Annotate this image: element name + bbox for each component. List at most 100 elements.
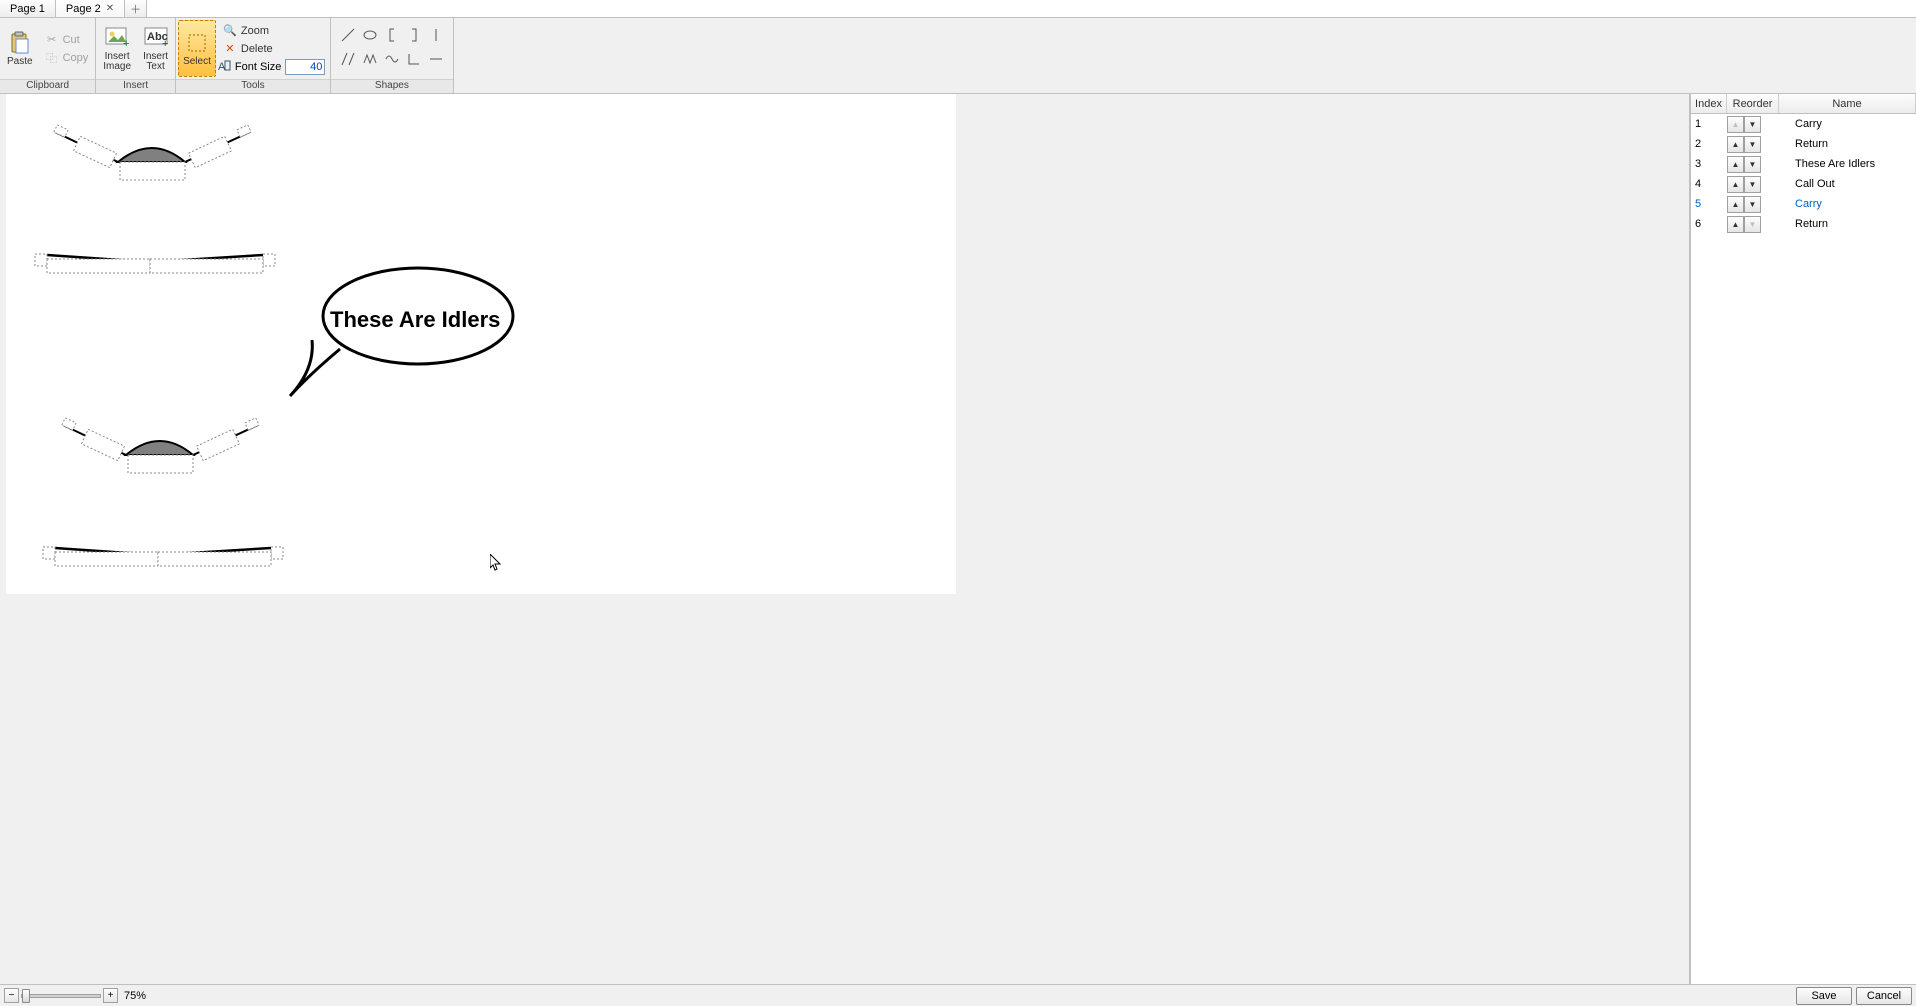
shape-vline[interactable] [427,24,445,46]
row-name: Return [1779,218,1916,230]
move-up-button[interactable]: ▲ [1727,136,1744,153]
table-row[interactable]: 2▲▼Return [1691,134,1916,154]
move-up-button[interactable]: ▲ [1727,116,1744,133]
row-reorder: ▲▼ [1727,136,1779,153]
add-tab-button[interactable]: ＋ [125,0,147,17]
row-name: Call Out [1779,178,1916,190]
row-name: Carry [1779,118,1916,130]
select-button[interactable]: Select [178,20,216,77]
tab-label: Page 1 [10,3,45,15]
insert-image-button[interactable]: + Insert Image [98,20,136,77]
row-index: 1 [1691,118,1727,130]
shape-bracket-right[interactable] [405,24,423,46]
delete-button[interactable]: ✕ Delete [218,40,328,58]
ribbon-group-shapes: Shapes [331,18,454,93]
cancel-button[interactable]: Cancel [1856,987,1912,1005]
fontsize-input[interactable] [285,59,325,75]
canvas-area[interactable]: These Are Idlers [0,94,1690,984]
save-button[interactable]: Save [1796,987,1852,1005]
tab-page-2[interactable]: Page 2 ✕ [56,0,125,17]
move-down-button[interactable]: ▼ [1744,216,1761,233]
ribbon-group-tools: Select 🔍 Zoom ✕ Delete A Font Size [176,18,331,93]
shape-return-2[interactable] [43,547,283,566]
row-index: 3 [1691,158,1727,170]
image-icon: + [105,26,129,50]
shape-return-1[interactable] [35,254,275,273]
table-row[interactable]: 4▲▼Call Out [1691,174,1916,194]
zoom-button[interactable]: 🔍 Zoom [218,22,328,40]
shape-bracket-left[interactable] [383,24,401,46]
canvas-drawings [0,94,960,694]
group-label-insert: Insert [96,79,175,93]
shapes-panel: Index Reorder Name 1▲▼Carry2▲▼Return3▲▼T… [1690,94,1916,984]
move-down-button[interactable]: ▼ [1744,136,1761,153]
shape-line[interactable] [339,24,357,46]
plus-icon: ＋ [130,1,141,17]
shape-zigzag[interactable] [361,48,379,70]
col-header-name[interactable]: Name [1779,94,1916,113]
copy-button[interactable]: ⿻ Copy [40,49,94,67]
panel-header: Index Reorder Name [1691,94,1916,114]
shape-wave[interactable] [383,48,401,70]
zoom-in-button[interactable]: + [103,988,118,1003]
move-up-button[interactable]: ▲ [1727,176,1744,193]
move-up-button[interactable]: ▲ [1727,216,1744,233]
table-row[interactable]: 1▲▼Carry [1691,114,1916,134]
row-name: These Are Idlers [1779,158,1916,170]
group-label-clipboard: Clipboard [0,79,95,93]
row-index: 4 [1691,178,1727,190]
ribbon-group-clipboard: Paste ✂ Cut ⿻ Copy Clipboard [0,18,96,93]
insert-text-label: Insert Text [143,52,168,72]
select-label: Select [183,57,211,67]
table-row[interactable]: 6▲▼Return [1691,214,1916,234]
tab-label: Page 2 [66,3,101,15]
move-down-button[interactable]: ▼ [1744,156,1761,173]
move-up-button[interactable]: ▲ [1727,156,1744,173]
row-reorder: ▲▼ [1727,196,1779,213]
group-label-shapes: Shapes [331,79,453,93]
row-reorder: ▲▼ [1727,116,1779,133]
callout-text[interactable]: These Are Idlers [330,307,500,333]
paste-icon [8,31,32,55]
row-name: Carry [1779,198,1916,210]
row-reorder: ▲▼ [1727,176,1779,193]
magnifier-icon: 🔍 [223,24,237,37]
select-icon [185,31,209,55]
svg-text:+: + [162,38,168,49]
svg-text:+: + [123,38,129,49]
fontsize-label: Font Size [235,61,281,73]
delete-label: Delete [241,43,273,55]
zoom-slider[interactable] [21,994,101,998]
shape-dash[interactable] [427,48,445,70]
move-down-button[interactable]: ▼ [1744,196,1761,213]
move-down-button[interactable]: ▼ [1744,176,1761,193]
insert-image-label: Insert Image [103,52,131,72]
close-icon[interactable]: ✕ [106,3,114,14]
shape-carry-1[interactable] [54,125,251,180]
shape-dbl-line[interactable] [339,48,357,70]
zoom-label: Zoom [241,25,269,37]
shape-angle[interactable] [405,48,423,70]
col-header-index[interactable]: Index [1691,94,1727,113]
cut-button[interactable]: ✂ Cut [40,31,94,49]
tab-bar: Page 1 Page 2 ✕ ＋ [0,0,1916,18]
cut-label: Cut [63,34,80,46]
tab-page-1[interactable]: Page 1 [0,0,56,17]
table-row[interactable]: 3▲▼ These Are Idlers [1691,154,1916,174]
row-index: 6 [1691,218,1727,230]
text-icon: Abc+ [144,26,168,50]
col-header-reorder[interactable]: Reorder [1727,94,1779,113]
zoom-slider-thumb[interactable] [22,989,30,1003]
paste-button[interactable]: Paste [2,20,38,77]
row-index: 2 [1691,138,1727,150]
zoom-out-button[interactable]: − [4,988,19,1003]
move-down-button[interactable]: ▼ [1744,116,1761,133]
main-area: These Are Idlers Index Reorder Name 1▲▼C… [0,94,1916,984]
shape-carry-2[interactable] [62,418,259,473]
insert-text-button[interactable]: Abc+ Insert Text [138,20,173,77]
row-reorder: ▲▼ [1727,216,1779,233]
shape-ellipse[interactable] [361,24,379,46]
move-up-button[interactable]: ▲ [1727,196,1744,213]
table-row[interactable]: 5▲▼Carry [1691,194,1916,214]
delete-icon: ✕ [223,42,237,55]
